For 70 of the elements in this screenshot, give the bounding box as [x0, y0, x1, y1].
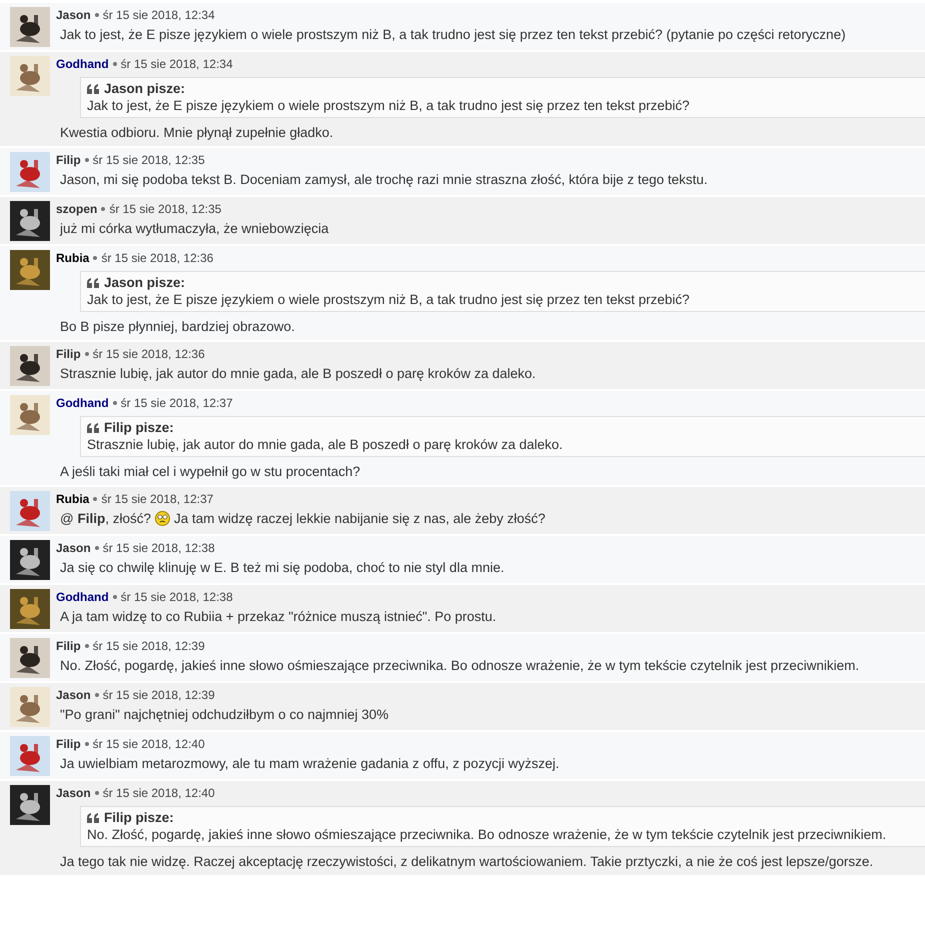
- quote-text: Strasznie lubię, jak autor do mnie gada, ale B poszedł o parę kroków za daleko.: [87, 436, 564, 453]
- message-text: A ja tam widzę to co Rubiia + przekaz "różnice muszą istnieć". Po prostu.: [60, 608, 496, 625]
- message-text: Ja się co chwilę klinuję w E. B też mi się podoba, choć to nie styl dla mnie.: [60, 559, 504, 576]
- message-text: Kwestia odbioru. Mnie płynął zupełnie gładko.: [60, 124, 334, 141]
- author-name[interactable]: Jason: [56, 541, 91, 555]
- message-text: już mi córka wytłumaczyła, że wniebowzięcia: [60, 220, 329, 237]
- message-text: "Po grani" najchętniej odchudziłbym o co najmniej 30%: [60, 706, 389, 723]
- message-text: Ja uwielbiam metarozmowy, ale tu mam wrażenie gadania z offu, z pozycji wyższej.: [60, 755, 560, 772]
- separator-dot: [94, 693, 99, 697]
- message-text: Bo B pisze płynniej, bardziej obrazowo.: [60, 318, 295, 335]
- separator-dot: [84, 644, 89, 648]
- message-text: Jason, mi się podoba tekst B. Doceniam zamysł, ale trochę razi mnie straszna złość, która bije z tego tekstu.: [60, 171, 708, 188]
- separator-dot: [93, 256, 98, 260]
- separator-dot: [112, 595, 117, 599]
- separator-dot: [112, 401, 117, 405]
- separator-dot: [94, 546, 99, 550]
- post-date: śr 15 sie 2018, 12:40: [102, 786, 215, 800]
- post-date: śr 15 sie 2018, 12:35: [92, 153, 205, 167]
- message-text: Ja tego tak nie widzę. Raczej akceptację rzeczywistości, z delikatnym wartościowaniem. Takie prztyczki, a nie że coś jest lepsze/gorsze.: [60, 853, 874, 870]
- separator-dot: [93, 497, 98, 501]
- separator-dot: [94, 791, 99, 795]
- quote-author: Filip pisze:: [104, 420, 174, 436]
- quote-text: No. Złość, pogardę, jakieś inne słowo ośmieszające przeciwnika. Bo odnosze wrażenie, że w tym tekście czytelnik jest przeciwnikiem.: [87, 826, 888, 843]
- author-name[interactable]: Godhand: [56, 57, 109, 71]
- author-name[interactable]: Jason: [56, 8, 91, 22]
- post-date: śr 15 sie 2018, 12:36: [92, 347, 205, 361]
- author-name[interactable]: Filip: [56, 347, 81, 361]
- quote-text: Jak to jest, że E pisze językiem o wiele prostszym niż B, a tak trudno jest się przez ten tekst przebić?: [87, 291, 690, 308]
- author-name[interactable]: Godhand: [56, 396, 109, 410]
- quote-author: Filip pisze:: [104, 810, 174, 826]
- post-date: śr 15 sie 2018, 12:40: [92, 737, 205, 751]
- quote-icon: [87, 423, 99, 433]
- message-text: Strasznie lubię, jak autor do mnie gada, ale B poszedł o parę kroków za daleko.: [60, 365, 536, 382]
- post-date: śr 15 sie 2018, 12:38: [120, 590, 233, 604]
- post-date: śr 15 sie 2018, 12:38: [102, 541, 215, 555]
- author-name[interactable]: Rubia: [56, 251, 90, 265]
- message-text: A jeśli taki miał cel i wypełnił go w stu procentach?: [60, 463, 360, 480]
- quote-icon: [87, 84, 99, 94]
- message-text: Jak to jest, że E pisze językiem o wiele prostszym niż B, a tak trudno jest się przez ten tekst przebić? (pytanie po części retoryczne): [60, 26, 846, 43]
- quote-author: Jason pisze:: [104, 275, 186, 291]
- quote-icon: [87, 813, 99, 823]
- author-name[interactable]: Rubia: [56, 492, 90, 506]
- post-date: śr 15 sie 2018, 12:37: [101, 492, 214, 506]
- post-date: śr 15 sie 2018, 12:37: [120, 396, 233, 410]
- smiley-icon: [155, 511, 170, 526]
- author-name[interactable]: Godhand: [56, 590, 109, 604]
- quote-icon: [87, 278, 99, 288]
- author-name[interactable]: szopen: [56, 202, 98, 216]
- post-date: śr 15 sie 2018, 12:35: [109, 202, 222, 216]
- separator-dot: [84, 158, 89, 162]
- post-date: śr 15 sie 2018, 12:34: [120, 57, 233, 71]
- message-text: No. Złość, pogardę, jakieś inne słowo ośmieszające przeciwnika. Bo odnosze wrażenie, że w tym tekście czytelnik jest przeciwnikiem.: [60, 657, 860, 674]
- post-date: śr 15 sie 2018, 12:34: [102, 8, 215, 22]
- separator-dot: [94, 13, 99, 17]
- quote-author: Jason pisze:: [104, 81, 186, 97]
- post-date: śr 15 sie 2018, 12:39: [102, 688, 215, 702]
- separator-dot: [112, 62, 117, 66]
- post-date: śr 15 sie 2018, 12:39: [92, 639, 205, 653]
- post-date: śr 15 sie 2018, 12:36: [101, 251, 214, 265]
- message-text: Ja tam widzę raczej lekkie nabijanie się z nas, ale żeby złość?: [174, 510, 546, 527]
- author-name[interactable]: Filip: [56, 737, 81, 751]
- author-name[interactable]: Jason: [56, 786, 91, 800]
- author-name[interactable]: Filip: [56, 639, 81, 653]
- separator-dot: [84, 352, 89, 356]
- separator-dot: [84, 742, 89, 746]
- author-name[interactable]: Filip: [56, 153, 81, 167]
- message-text: @ Filip, złość?: [60, 510, 151, 527]
- separator-dot: [101, 207, 106, 211]
- author-name[interactable]: Jason: [56, 688, 91, 702]
- quote-text: Jak to jest, że E pisze językiem o wiele prostszym niż B, a tak trudno jest się przez ten tekst przebić?: [87, 97, 690, 114]
